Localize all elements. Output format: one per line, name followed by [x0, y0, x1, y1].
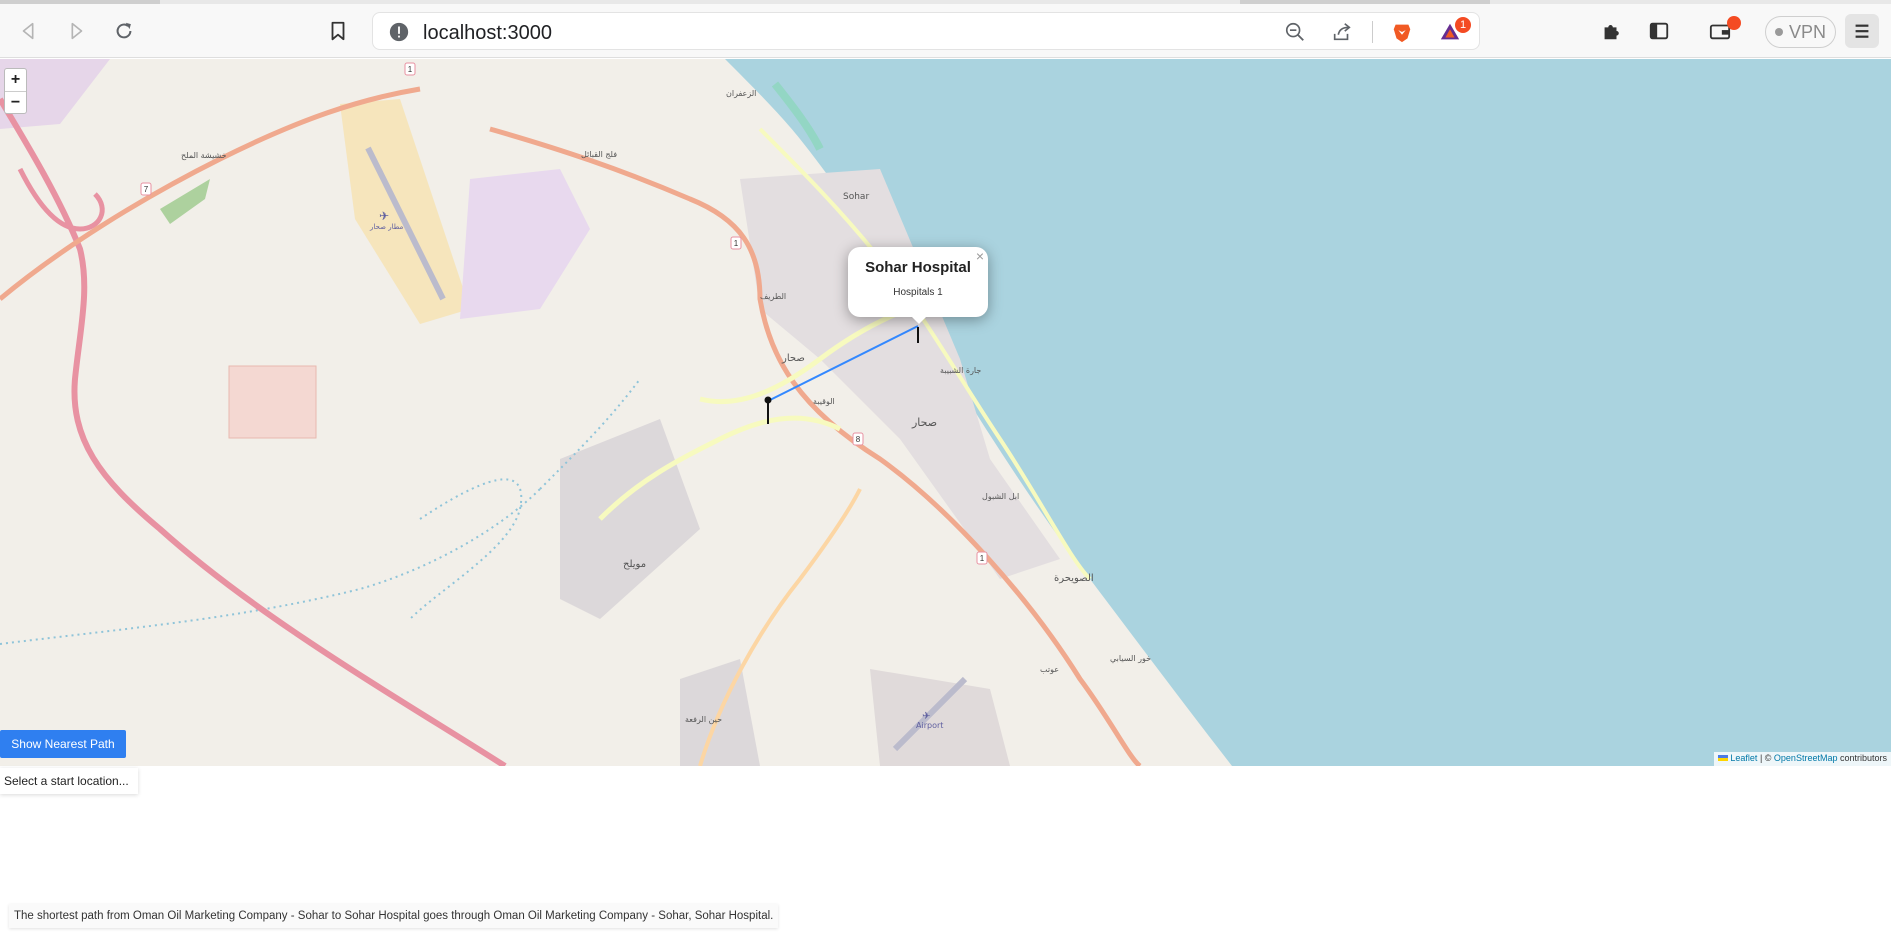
place-label: خور السيابي — [1110, 654, 1151, 663]
vpn-label: VPN — [1788, 21, 1826, 42]
info-icon[interactable] — [387, 20, 411, 44]
sidebar-icon[interactable] — [1642, 14, 1676, 48]
share-icon[interactable] — [1330, 20, 1354, 44]
map-popup: × Sohar Hospital Hospitals 1 — [848, 247, 988, 317]
place-label: مطار صحار — [369, 223, 403, 231]
back-icon[interactable] — [12, 14, 46, 48]
airport-icon: ✈ — [922, 711, 930, 722]
route-shield-label: 1 — [408, 65, 413, 74]
zoom-in-button[interactable]: + — [5, 69, 26, 91]
leaflet-link[interactable]: Leaflet — [1730, 753, 1757, 763]
place-label: Airport — [916, 721, 943, 730]
place-label: الوقيبة — [813, 397, 835, 406]
attribution-contributors: contributors — [1837, 753, 1887, 763]
airport-icon: ✈ — [379, 209, 389, 223]
osm-link[interactable]: OpenStreetMap — [1774, 753, 1838, 763]
attribution-separator: | © — [1757, 753, 1774, 763]
place-label: الطريف — [760, 292, 786, 301]
landuse-area — [228, 365, 317, 439]
menu-icon[interactable] — [1845, 14, 1879, 48]
place-label: الزعفران — [726, 89, 756, 98]
place-label: Sohar — [843, 192, 869, 202]
place-label: خشيشة الملح — [181, 151, 227, 160]
map-view[interactable]: 1 1 1 7 8 صحار صحار Sohar الصويحرة مويلح… — [0, 59, 1891, 766]
map-attribution: Leaflet | © OpenStreetMap contributors — [1714, 752, 1891, 766]
puzzle-icon[interactable] — [1594, 14, 1628, 48]
forward-icon[interactable] — [59, 14, 93, 48]
divider — [1372, 21, 1373, 43]
vpn-status-icon — [1774, 28, 1783, 36]
shield-count-badge: 1 — [1455, 17, 1471, 33]
place-label: ابل الشبول — [982, 492, 1019, 501]
place-label: فلج القبائل — [581, 150, 617, 159]
route-shield-label: 1 — [734, 239, 739, 248]
browser-toolbar: localhost:3000 1 VPN — [0, 4, 1891, 58]
place-label: جارة الشبيبة — [940, 366, 981, 375]
reload-icon[interactable] — [107, 14, 141, 48]
wallet-notification-dot — [1727, 16, 1741, 30]
shortest-path-result: The shortest path from Oman Oil Marketin… — [9, 904, 779, 928]
place-label: مويلح — [623, 559, 646, 570]
ukraine-flag-icon — [1718, 755, 1729, 761]
popup-tip — [910, 315, 928, 324]
place-label: صحار — [781, 353, 805, 364]
map-tiles[interactable]: 1 1 1 7 8 صحار صحار Sohar الصويحرة مويلح… — [0, 59, 1891, 766]
zoom-control: + − — [4, 68, 27, 114]
start-location-status: Select a start location... — [0, 768, 138, 794]
bookmark-icon[interactable] — [321, 14, 355, 48]
place-label: الصويحرة — [1054, 573, 1094, 584]
place-label: حين الرفعة — [685, 715, 722, 724]
start-marker[interactable] — [764, 396, 772, 404]
popup-subtitle: Hospitals 1 — [893, 287, 943, 298]
brave-lion-icon[interactable] — [1390, 20, 1414, 44]
zoom-out-button[interactable]: − — [5, 91, 26, 113]
popup-close-button[interactable]: × — [976, 248, 984, 264]
show-nearest-path-button[interactable]: Show Nearest Path — [0, 730, 126, 758]
route-shield-label: 1 — [980, 554, 985, 563]
vpn-button[interactable]: VPN — [1765, 16, 1836, 48]
address-bar[interactable]: localhost:3000 1 — [372, 12, 1480, 50]
place-label: صحار — [911, 416, 937, 429]
zoom-out-icon[interactable] — [1283, 20, 1307, 44]
popup-title: Sohar Hospital — [865, 259, 971, 276]
route-shield-label: 7 — [144, 185, 149, 194]
route-shield-label: 8 — [856, 435, 861, 444]
place-label: عوتب — [1040, 665, 1059, 674]
url-text[interactable]: localhost:3000 — [423, 22, 552, 45]
